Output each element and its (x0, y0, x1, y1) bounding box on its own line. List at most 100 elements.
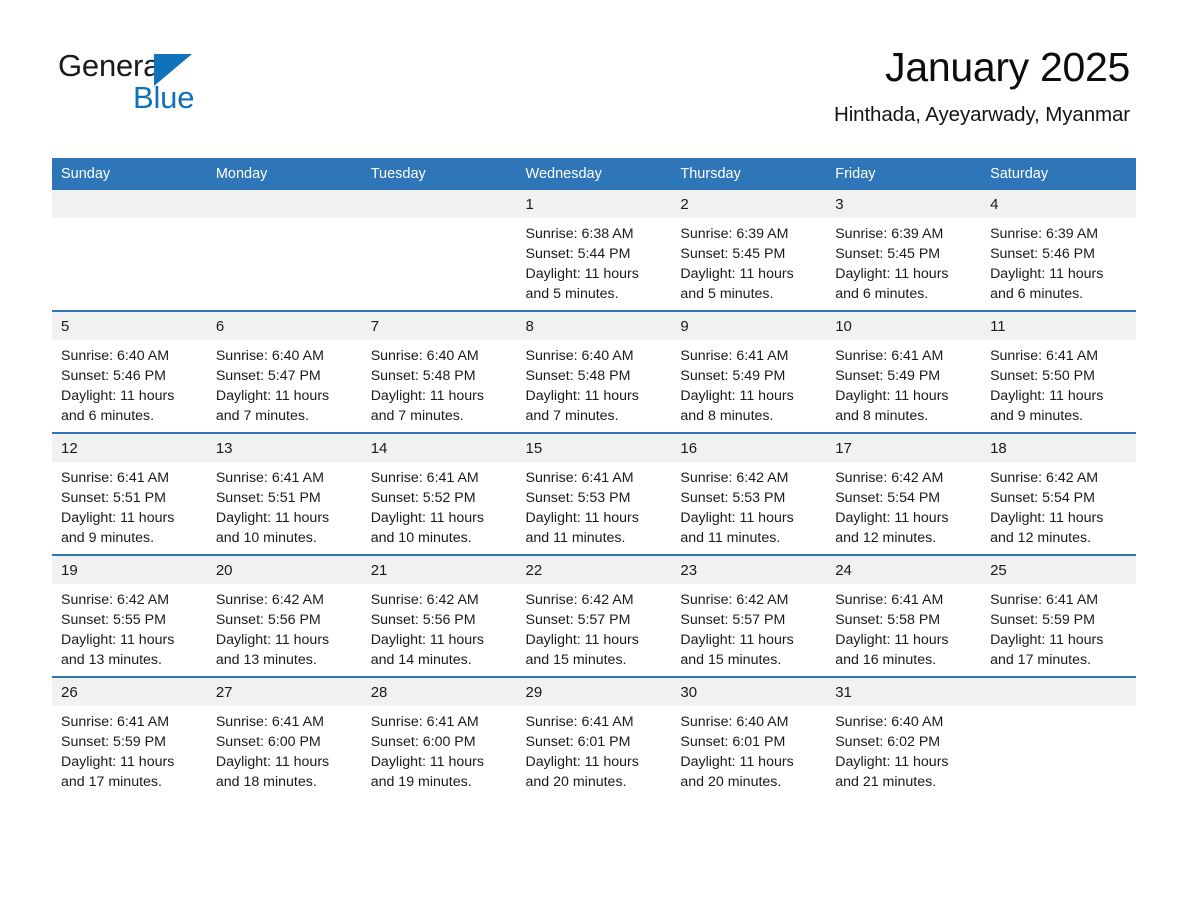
calendar-day-cell[interactable]: 26 Sunrise: 6:41 AM Sunset: 5:59 PM Dayligh… (52, 676, 207, 798)
daylight-text-line2: and 8 minutes. (835, 408, 929, 424)
day-cell-inner: 14 Sunrise: 6:41 AM Sunset: 5:52 PM Dayligh… (361, 434, 517, 554)
calendar-day-cell[interactable]: 19 Sunrise: 6:42 AM Sunset: 5:55 PM Dayligh… (52, 554, 207, 677)
sunset-text: Sunset: 5:58 PM (835, 612, 941, 628)
calendar-day-cell[interactable]: 25 Sunrise: 6:41 AM Sunset: 5:59 PM Dayligh… (981, 554, 1136, 677)
day-cell-inner: 3 Sunrise: 6:39 AM Sunset: 5:45 PM Daylight… (826, 190, 982, 310)
title-block: January 2025 Hinthada, Ayeyarwady, Myanm… (834, 45, 1130, 127)
day-details: Sunrise: 6:42 AM Sunset: 5:57 PM Daylight:… (517, 584, 672, 670)
calendar-day-cell[interactable]: 10 Sunrise: 6:41 AM Sunset: 5:49 PM Dayligh… (826, 310, 982, 433)
day-number: 28 (361, 678, 517, 706)
day-number (981, 678, 1136, 706)
calendar-day-cell[interactable]: 12 Sunrise: 6:41 AM Sunset: 5:51 PM Dayligh… (52, 432, 207, 555)
day-details: Sunrise: 6:39 AM Sunset: 5:45 PM Daylight:… (826, 218, 981, 304)
calendar-day-cell[interactable]: 18 Sunrise: 6:42 AM Sunset: 5:54 PM Dayligh… (981, 432, 1136, 555)
sunrise-text: Sunrise: 6:42 AM (680, 592, 789, 608)
sunrise-text: Sunrise: 6:41 AM (990, 592, 1099, 608)
day-number: 2 (671, 190, 827, 218)
calendar-week-row: 5 Sunrise: 6:40 AM Sunset: 5:46 PM Daylight… (52, 310, 1136, 433)
daylight-text-line2: and 12 minutes. (990, 530, 1092, 546)
calendar-day-cell[interactable]: 28 Sunrise: 6:41 AM Sunset: 6:00 PM Dayligh… (361, 676, 517, 798)
day-details: Sunrise: 6:41 AM Sunset: 5:53 PM Daylight:… (517, 462, 672, 548)
day-number: 5 (52, 312, 207, 340)
day-details: Sunrise: 6:40 AM Sunset: 5:46 PM Daylight:… (52, 340, 207, 426)
day-details: Sunrise: 6:42 AM Sunset: 5:56 PM Daylight:… (362, 584, 517, 670)
sunset-text: Sunset: 5:49 PM (680, 368, 786, 384)
brand-triangle-icon (154, 54, 192, 86)
day-details: Sunrise: 6:41 AM Sunset: 5:50 PM Daylight:… (981, 340, 1136, 426)
day-number: 27 (206, 678, 362, 706)
daylight-text-line2: and 7 minutes. (215, 408, 309, 424)
brand-name-bottom: Blue (133, 80, 195, 115)
day-details: Sunrise: 6:41 AM Sunset: 6:00 PM Daylight:… (362, 706, 517, 792)
calendar-day-cell[interactable]: 24 Sunrise: 6:41 AM Sunset: 5:58 PM Dayligh… (826, 554, 982, 677)
day-details: Sunrise: 6:41 AM Sunset: 5:49 PM Daylight:… (671, 340, 826, 426)
calendar-day-cell[interactable]: 2 Sunrise: 6:39 AM Sunset: 5:45 PM Daylight… (671, 190, 827, 311)
calendar-day-cell[interactable]: 8 Sunrise: 6:40 AM Sunset: 5:48 PM Daylight… (516, 310, 672, 433)
day-details: Sunrise: 6:41 AM Sunset: 5:51 PM Daylight:… (207, 462, 362, 548)
calendar-day-cell[interactable]: 15 Sunrise: 6:41 AM Sunset: 5:53 PM Dayligh… (516, 432, 672, 555)
calendar-day-cell[interactable]: 20 Sunrise: 6:42 AM Sunset: 5:56 PM Dayligh… (206, 554, 362, 677)
day-number: 17 (826, 434, 982, 462)
calendar-day-cell[interactable]: 14 Sunrise: 6:41 AM Sunset: 5:52 PM Dayligh… (361, 432, 517, 555)
calendar-day-cell[interactable]: 9 Sunrise: 6:41 AM Sunset: 5:49 PM Daylight… (671, 310, 827, 433)
daylight-text-line2: and 15 minutes. (525, 652, 627, 668)
daylight-text-line2: and 17 minutes. (61, 774, 162, 790)
calendar-day-cell[interactable]: 4 Sunrise: 6:39 AM Sunset: 5:46 PM Daylight… (981, 190, 1136, 311)
calendar-day-cell[interactable]: 22 Sunrise: 6:42 AM Sunset: 5:57 PM Dayligh… (516, 554, 672, 677)
calendar-week-row: 1 Sunrise: 6:38 AM Sunset: 5:44 PM Daylight… (52, 190, 1136, 311)
daylight-text-line1: Daylight: 11 hours (525, 388, 639, 404)
day-details: Sunrise: 6:42 AM Sunset: 5:53 PM Daylight:… (671, 462, 826, 548)
day-number (361, 190, 517, 218)
day-cell-inner: 15 Sunrise: 6:41 AM Sunset: 5:53 PM Dayligh… (516, 434, 672, 554)
sunrise-text: Sunrise: 6:40 AM (370, 348, 479, 364)
day-details: Sunrise: 6:40 AM Sunset: 6:02 PM Daylight:… (826, 706, 981, 792)
daylight-text-line1: Daylight: 11 hours (990, 632, 1104, 648)
calendar-day-cell[interactable]: 6 Sunrise: 6:40 AM Sunset: 5:47 PM Daylight… (206, 310, 362, 433)
daylight-text-line2: and 6 minutes. (835, 286, 929, 302)
sunset-text: Sunset: 5:50 PM (990, 368, 1095, 384)
day-number: 14 (361, 434, 517, 462)
day-number: 3 (826, 190, 982, 218)
daylight-text-line2: and 13 minutes. (215, 652, 317, 668)
daylight-text-line1: Daylight: 11 hours (61, 388, 175, 404)
brand-name-top: General (58, 50, 258, 86)
calendar-day-cell[interactable]: 31 Sunrise: 6:40 AM Sunset: 6:02 PM Dayligh… (826, 676, 982, 798)
sunset-text: Sunset: 6:02 PM (835, 734, 941, 750)
day-number: 31 (826, 678, 982, 706)
daylight-text-line1: Daylight: 11 hours (835, 632, 949, 648)
brand-logo[interactable]: General Blue (58, 50, 258, 120)
daylight-text-line1: Daylight: 11 hours (370, 754, 484, 770)
day-number: 8 (516, 312, 672, 340)
calendar-day-cell[interactable]: 3 Sunrise: 6:39 AM Sunset: 5:45 PM Daylight… (826, 190, 982, 311)
daylight-text-line2: and 20 minutes. (680, 774, 782, 790)
sunset-text: Sunset: 5:47 PM (215, 368, 321, 384)
day-number: 11 (981, 312, 1136, 340)
calendar-day-cell[interactable]: 29 Sunrise: 6:41 AM Sunset: 6:01 PM Dayligh… (516, 676, 672, 798)
calendar-day-cell[interactable]: 30 Sunrise: 6:40 AM Sunset: 6:01 PM Dayligh… (671, 676, 827, 798)
daylight-text-line2: and 11 minutes. (680, 530, 781, 546)
calendar-day-cell[interactable]: 11 Sunrise: 6:41 AM Sunset: 5:50 PM Dayligh… (981, 310, 1136, 433)
sunset-text: Sunset: 5:57 PM (525, 612, 631, 628)
calendar-day-cell[interactable]: 17 Sunrise: 6:42 AM Sunset: 5:54 PM Dayligh… (826, 432, 982, 555)
calendar-day-cell[interactable]: 16 Sunrise: 6:42 AM Sunset: 5:53 PM Dayligh… (671, 432, 827, 555)
calendar-day-cell[interactable]: 27 Sunrise: 6:41 AM Sunset: 6:00 PM Dayligh… (206, 676, 362, 798)
day-cell-inner: 25 Sunrise: 6:41 AM Sunset: 5:59 PM Dayligh… (981, 556, 1136, 676)
calendar-day-cell[interactable]: 21 Sunrise: 6:42 AM Sunset: 5:56 PM Dayligh… (361, 554, 517, 677)
day-cell-inner: 24 Sunrise: 6:41 AM Sunset: 5:58 PM Dayligh… (826, 556, 982, 676)
calendar-day-cell[interactable]: 13 Sunrise: 6:41 AM Sunset: 5:51 PM Dayligh… (206, 432, 362, 555)
day-number: 26 (52, 678, 207, 706)
calendar-day-cell[interactable]: 23 Sunrise: 6:42 AM Sunset: 5:57 PM Dayligh… (671, 554, 827, 677)
calendar-day-cell[interactable]: 5 Sunrise: 6:40 AM Sunset: 5:46 PM Daylight… (52, 310, 207, 433)
calendar-day-cell[interactable]: 7 Sunrise: 6:40 AM Sunset: 5:48 PM Daylight… (361, 310, 517, 433)
calendar-day-cell-empty (981, 676, 1136, 798)
day-details: Sunrise: 6:42 AM Sunset: 5:54 PM Daylight:… (826, 462, 981, 548)
daylight-text-line1: Daylight: 11 hours (990, 388, 1104, 404)
day-cell-inner: 28 Sunrise: 6:41 AM Sunset: 6:00 PM Dayligh… (361, 678, 517, 798)
calendar-day-cell[interactable]: 1 Sunrise: 6:38 AM Sunset: 5:44 PM Daylight… (516, 190, 672, 311)
day-details: Sunrise: 6:41 AM Sunset: 5:49 PM Daylight:… (826, 340, 981, 426)
weekday-header-saturday: Saturday (981, 158, 1136, 190)
day-number: 7 (361, 312, 517, 340)
day-details: Sunrise: 6:39 AM Sunset: 5:45 PM Daylight:… (671, 218, 826, 304)
sunrise-text: Sunrise: 6:41 AM (61, 714, 170, 730)
sunrise-text: Sunrise: 6:42 AM (525, 592, 634, 608)
